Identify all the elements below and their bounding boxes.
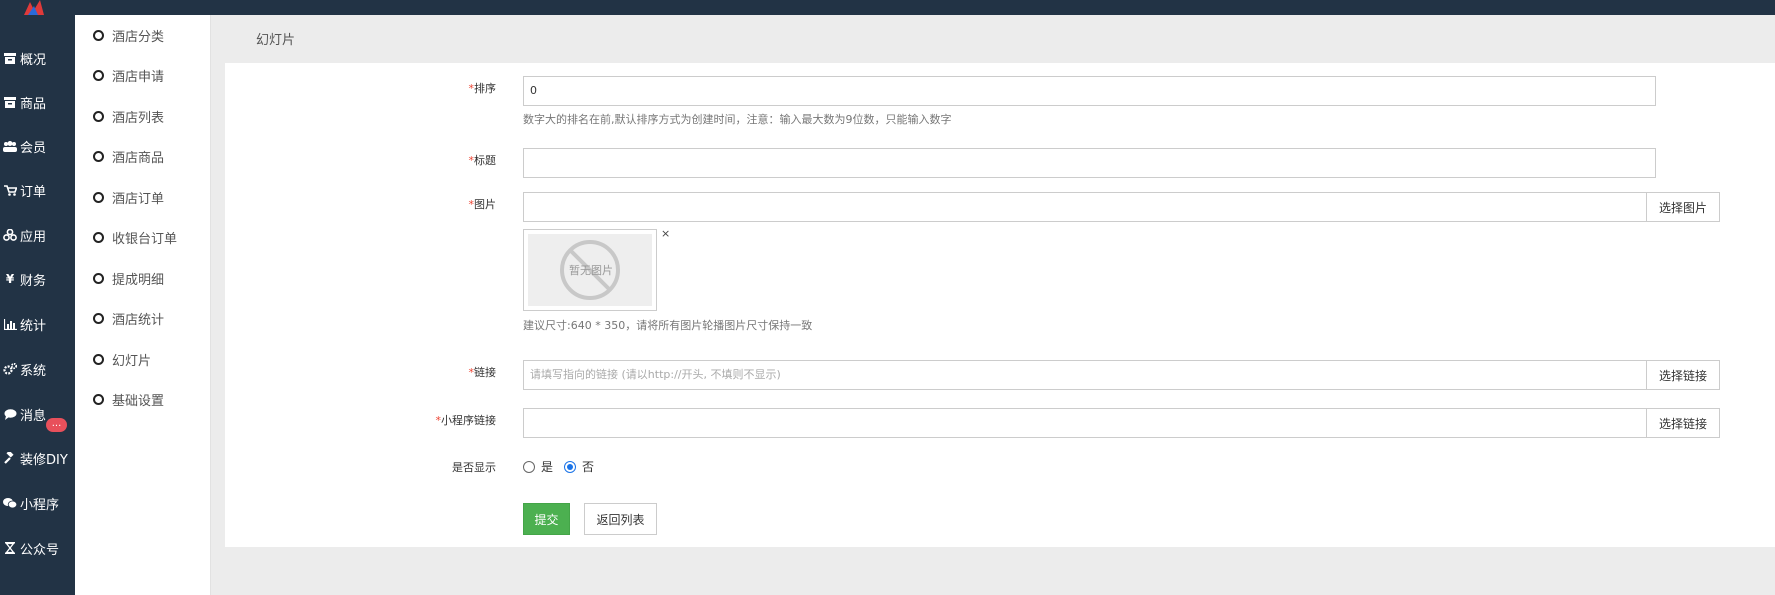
mini-link-input[interactable] [523,408,1647,438]
message-badge: ... [46,418,67,432]
sidebar-item-label: 商品 [20,96,47,112]
show-yes-label: 是 [541,460,554,474]
circle-icon [93,191,104,203]
sidebar-item-label: 统计 [20,318,47,334]
sidebar-item-label: 小程序 [20,497,60,513]
form-panel: *排序 0 数字大的排名在前,默认排序方式为创建时间，注意：输入最大数为9位数，… [225,63,1775,547]
mini-link-label: *小程序链接 [435,414,497,427]
sidebar-item-label: 会员 [20,140,47,156]
image-input[interactable] [523,192,1647,222]
circle-icon [93,353,104,365]
chat-icon [0,408,20,420]
link-label: *链接 [468,366,497,379]
show-label: 是否显示 [452,461,496,474]
sort-input[interactable]: 0 [523,76,1656,106]
users-icon [0,140,20,152]
gears-icon [0,363,20,375]
circle-icon [93,110,104,122]
select-mini-link-button[interactable]: 选择链接 [1646,408,1720,438]
wechat-icon [0,497,20,509]
subnav-item-basic-settings[interactable]: 基础设置 [93,389,164,409]
remove-image-icon[interactable]: × [661,227,670,240]
sort-label: *排序 [468,82,497,95]
circle-icon [93,393,104,405]
subnav-item-hotel-list[interactable]: 酒店列表 [93,106,164,126]
no-image-text: 暂无图片 [569,264,613,277]
subnav-item-commission[interactable]: 提成明细 [93,268,164,288]
sidebar-item-label: 装修DIY [20,452,68,468]
submit-button[interactable]: 提交 [523,503,570,535]
back-to-list-button[interactable]: 返回列表 [584,503,657,535]
subnav-item-hotel-orders[interactable]: 酒店订单 [93,187,164,207]
subnav-item-hotel-stats[interactable]: 酒店统计 [93,308,164,328]
subnav-item-hotel-category[interactable]: 酒店分类 [93,25,164,45]
sidebar-item-label: 系统 [20,363,47,379]
link-input[interactable]: 请填写指向的链接 (请以http://开头, 不填则不显示) [523,360,1647,390]
secondary-nav: 酒店分类 酒店申请 酒店列表 酒店商品 酒店订单 收银台订单 提成明细 酒店统计… [75,15,211,595]
image-preview: 暂无图片 [523,229,657,311]
circle-icon [93,312,104,324]
sidebar-item-overview[interactable]: 概况 [0,47,75,69]
sidebar-item-official-account[interactable]: 公众号 [0,537,75,559]
circle-icon [93,231,104,243]
logo-icon[interactable] [18,0,48,15]
sidebar-item-label: 订单 [20,184,47,200]
show-no-label: 否 [582,460,595,474]
bar-chart-icon [0,318,20,330]
sidebar-item-statistics[interactable]: 统计 [0,313,75,335]
circle-icon [93,29,104,41]
main-content: 幻灯片 *排序 0 数字大的排名在前,默认排序方式为创建时间，注意：输入最大数为… [211,15,1775,595]
archive-icon [0,52,20,64]
title-input[interactable] [523,148,1656,178]
select-image-button[interactable]: 选择图片 [1646,192,1720,222]
subnav-item-slides[interactable]: 幻灯片 [93,349,151,369]
subnav-item-cashier-orders[interactable]: 收银台订单 [93,227,177,247]
sidebar-item-goods[interactable]: 商品 [0,91,75,113]
subnav-item-hotel-goods[interactable]: 酒店商品 [93,146,164,166]
circle-icon [93,272,104,284]
title-label: *标题 [468,154,497,167]
sidebar-item-label: 应用 [20,229,47,245]
image-label: *图片 [468,198,497,211]
sidebar-item-decoration[interactable]: 装修DIY [0,447,75,469]
page-title: 幻灯片 [256,33,296,48]
cart-icon [0,184,20,196]
sidebar-item-orders[interactable]: 订单 [0,179,75,201]
circle-icon [93,69,104,81]
image-help-text: 建议尺寸:640 * 350，请将所有图片轮播图片尺寸保持一致 [523,319,813,332]
apps-icon [0,229,20,241]
sort-help-text: 数字大的排名在前,默认排序方式为创建时间，注意：输入最大数为9位数，只能输入数字 [523,113,952,126]
sidebar-item-label: 消息 [20,408,47,424]
show-no-radio[interactable] [564,461,576,473]
sidebar-item-label: 财务 [20,273,47,289]
sidebar-item-label: 公众号 [20,542,60,558]
circle-icon [93,150,104,162]
main-sidebar: 概况 商品 会员 订单 应用 ¥ 财务 统计 系统 消息 ... 装修DIY 小… [0,15,75,595]
gavel-icon [0,452,20,464]
top-bar [0,0,1775,15]
page-header: 幻灯片 [211,15,1775,63]
sidebar-item-miniprogram[interactable]: 小程序 [0,492,75,514]
sidebar-item-label: 概况 [20,52,47,68]
yen-icon: ¥ [5,272,15,286]
sidebar-item-finance[interactable]: ¥ 财务 [0,268,75,290]
sidebar-item-apps[interactable]: 应用 [0,224,75,246]
subnav-item-hotel-application[interactable]: 酒店申请 [93,65,164,85]
sidebar-item-members[interactable]: 会员 [0,135,75,157]
hourglass-icon [0,542,20,554]
box-icon [0,96,20,108]
sidebar-item-system[interactable]: 系统 [0,358,75,380]
select-link-button[interactable]: 选择链接 [1646,360,1720,390]
show-yes-radio[interactable] [523,461,535,473]
